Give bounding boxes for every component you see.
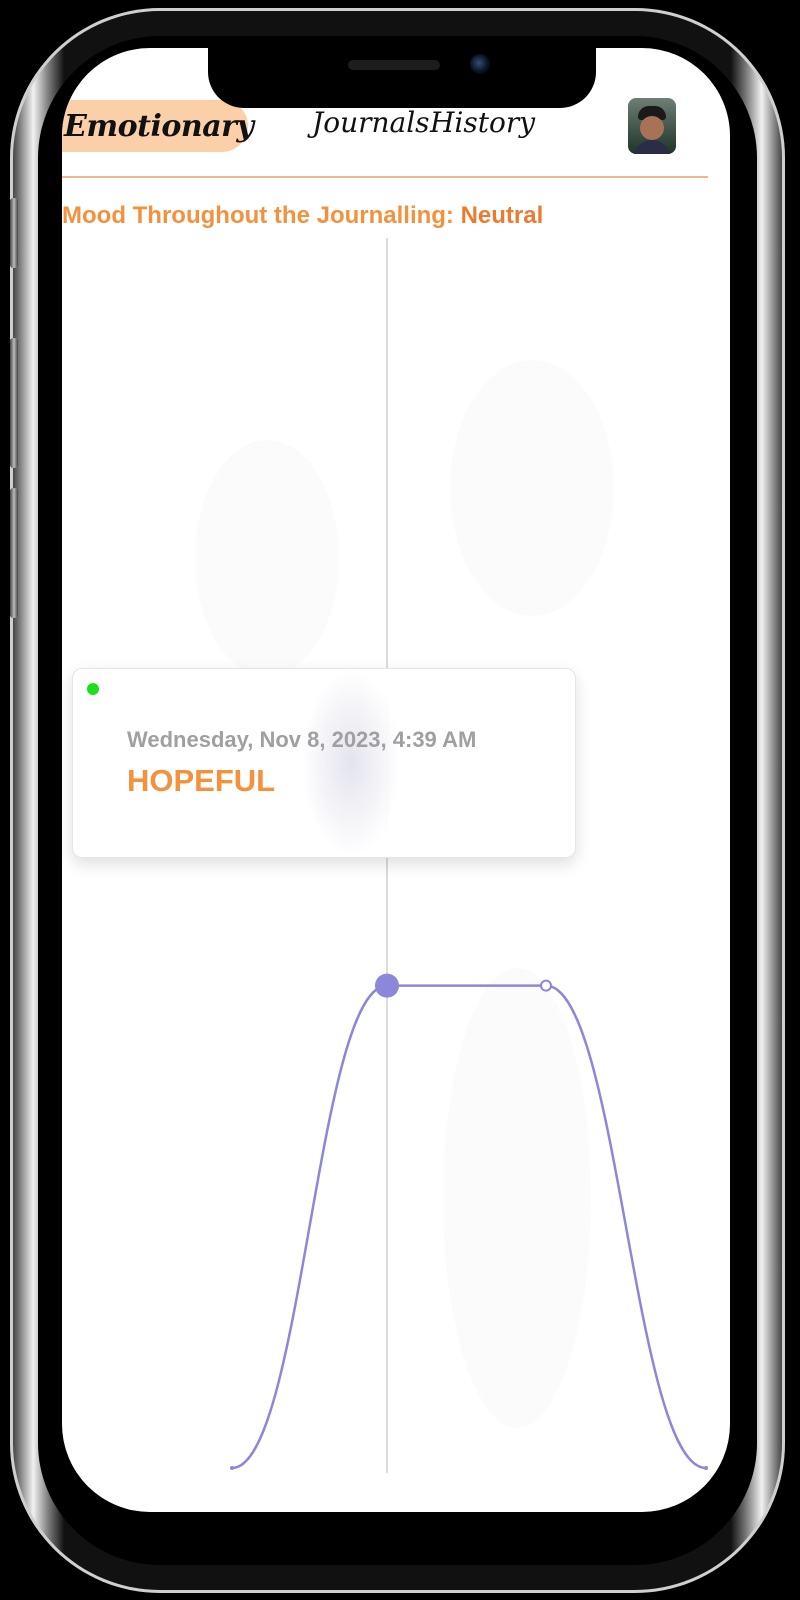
- background-blob: [450, 360, 614, 616]
- avatar-face: [640, 116, 664, 140]
- data-point[interactable]: [540, 979, 552, 992]
- nav-journals-link[interactable]: Journals: [312, 106, 430, 139]
- avatar-shirt: [634, 140, 670, 154]
- tooltip-emotion: HOPEFUL: [127, 763, 276, 798]
- mood-summary: Mood Throughout the Journalling: Neutral: [62, 202, 543, 230]
- highlighted-data-point[interactable]: [375, 973, 399, 998]
- mood-line-chart[interactable]: [62, 238, 730, 1512]
- brand-logo[interactable]: Emotionary: [62, 100, 254, 152]
- data-point[interactable]: [230, 1466, 234, 1470]
- brand-name: Emotionary: [64, 108, 254, 144]
- speaker-grille: [348, 60, 440, 70]
- mute-switch: [10, 198, 18, 268]
- mood-summary-value: Neutral: [460, 202, 544, 229]
- volume-up-button: [10, 338, 18, 468]
- data-point[interactable]: [704, 1466, 708, 1470]
- avatar[interactable]: [628, 98, 676, 154]
- app-screen: Emotionary Journals History Mood Through…: [62, 48, 730, 1512]
- volume-down-button: [10, 488, 18, 618]
- mood-summary-label: Mood Throughout the Journalling:: [62, 202, 454, 229]
- notch: [208, 46, 596, 108]
- mood-status-dot: [87, 683, 99, 695]
- background-blob: [195, 440, 339, 676]
- header-divider: [62, 176, 708, 178]
- front-camera-icon: [470, 54, 490, 74]
- chart-tooltip: Wednesday, Nov 8, 2023, 4:39 AM HOPEFUL: [72, 668, 576, 858]
- tooltip-date: Wednesday, Nov 8, 2023, 4:39 AM: [127, 727, 477, 752]
- nav-history-link[interactable]: History: [430, 106, 535, 139]
- tooltip-glow: [301, 669, 401, 857]
- background-blob: [443, 968, 591, 1428]
